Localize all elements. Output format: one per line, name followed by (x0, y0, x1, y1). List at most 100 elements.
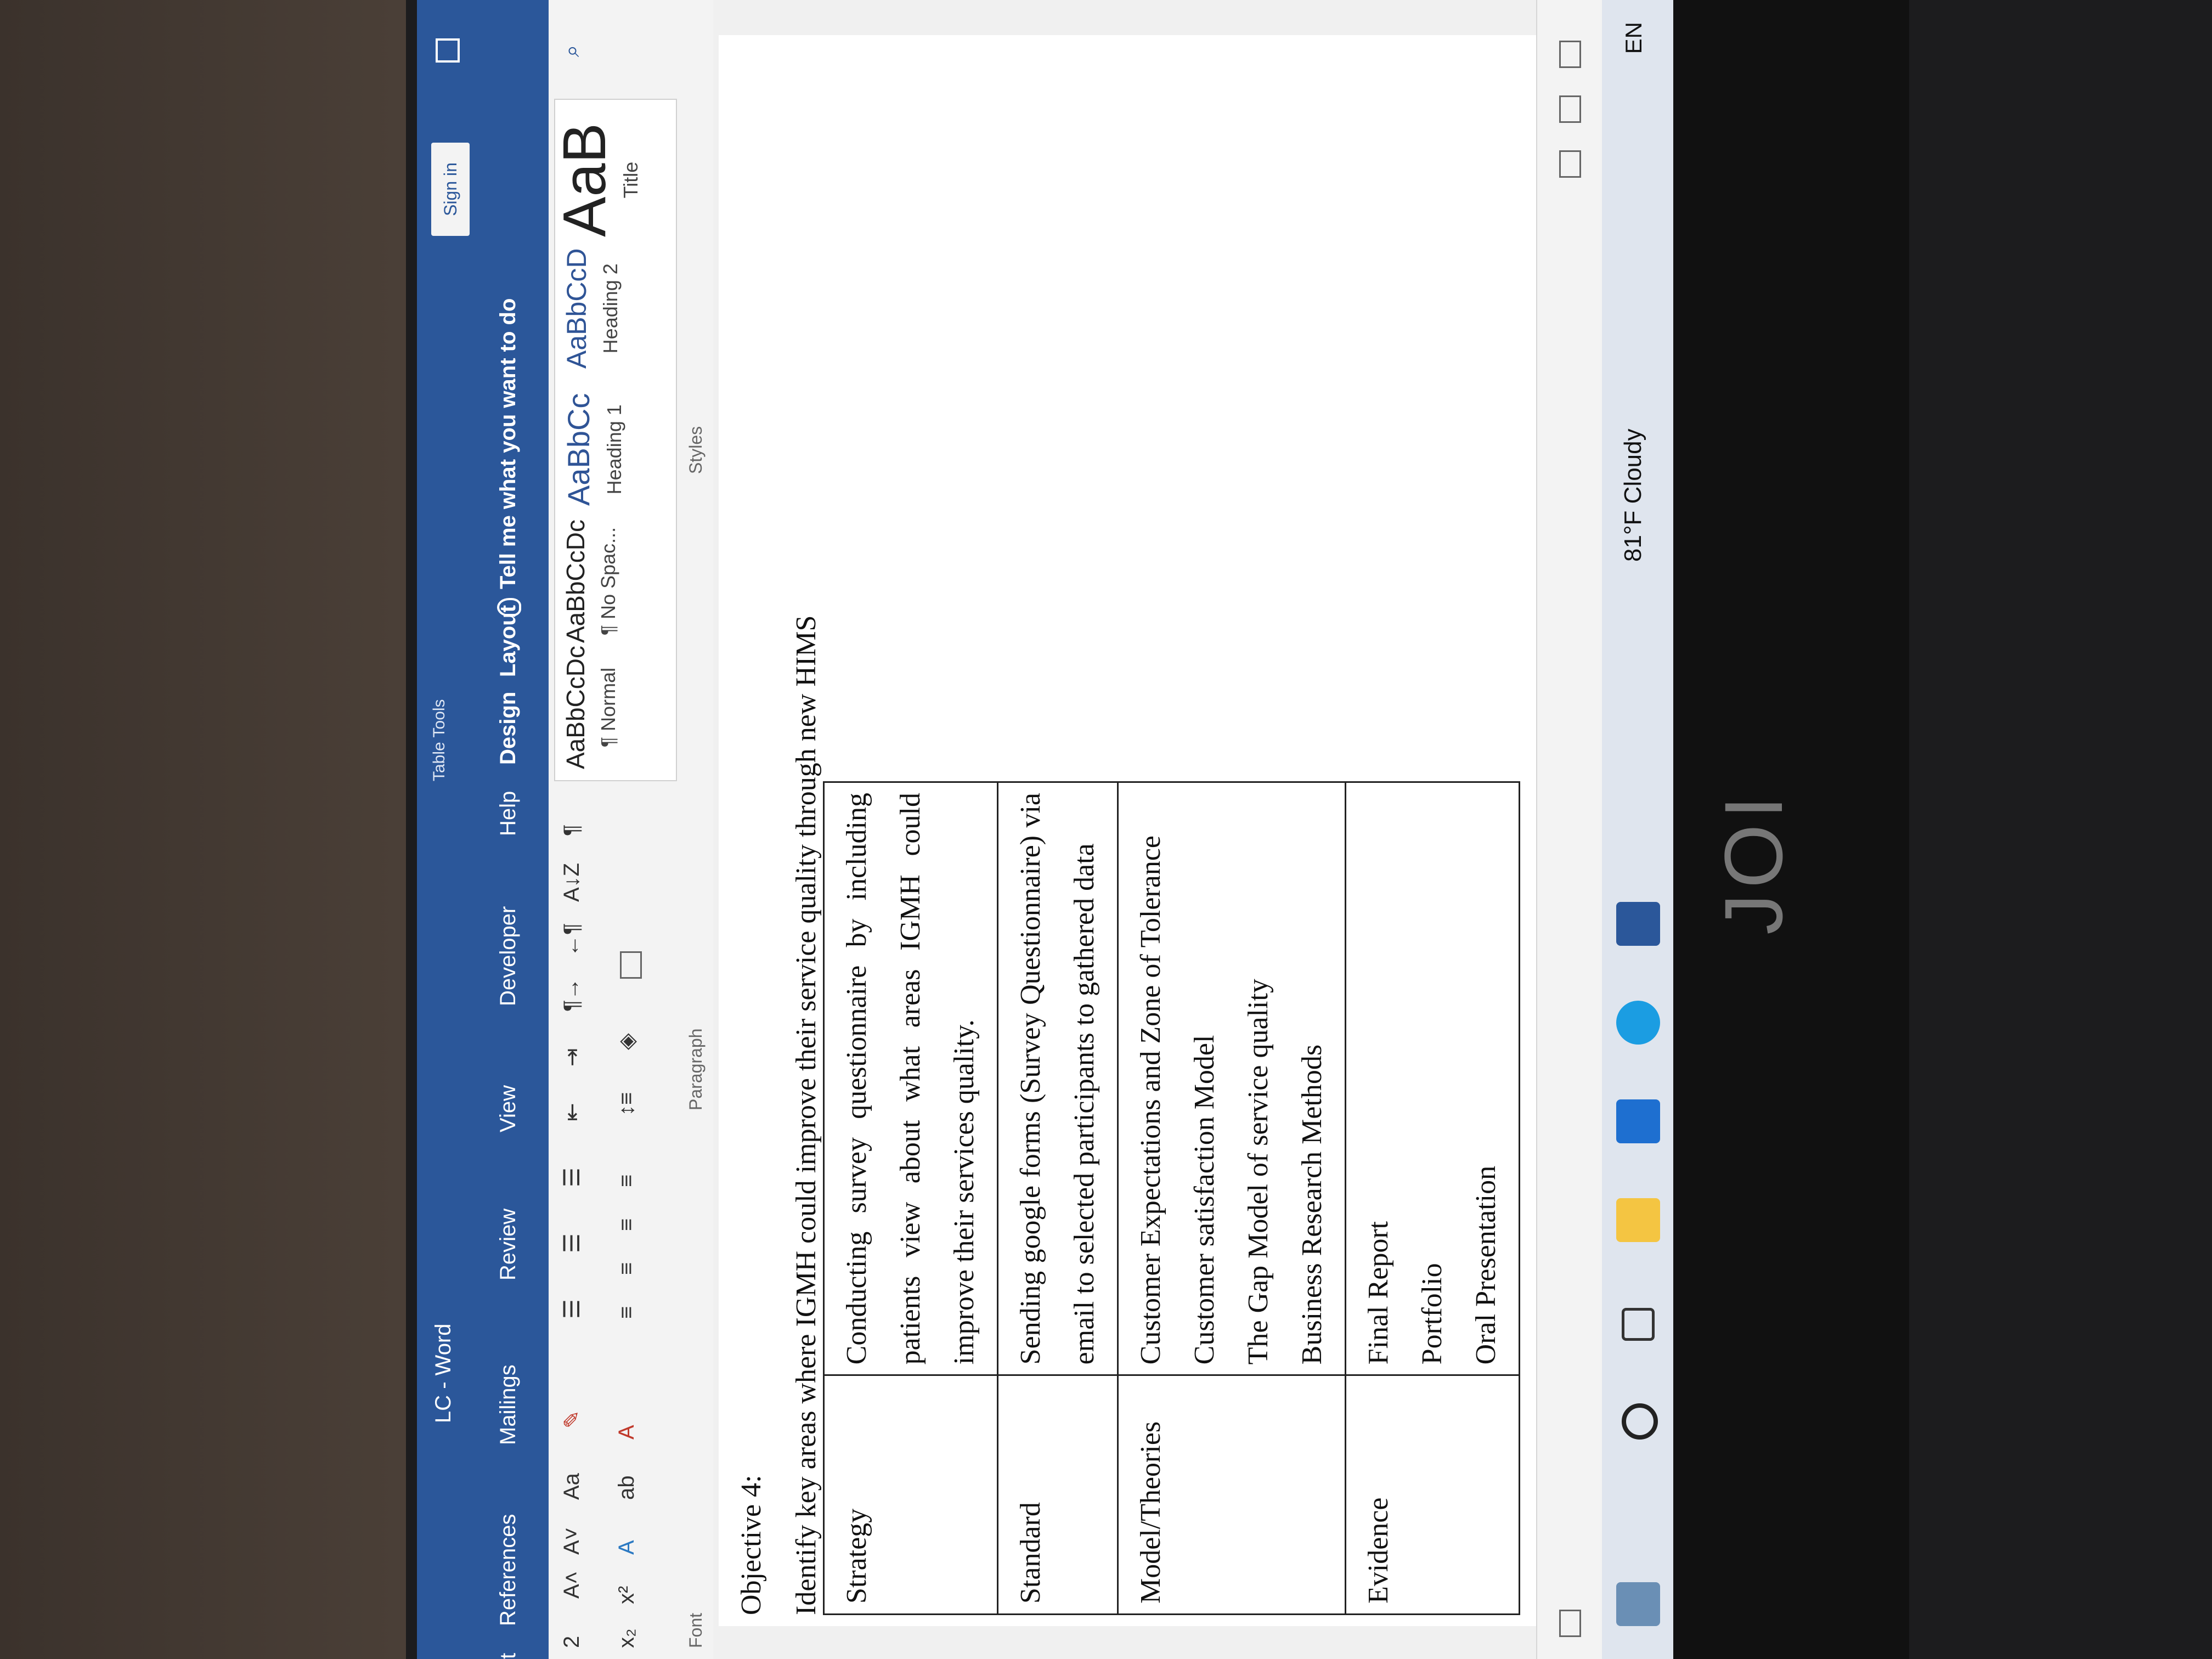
document-area: Objective 4: Identify key areas where IG… (713, 0, 1651, 1659)
objective-heading: Objective 4: (736, 1475, 767, 1615)
highlight-icon[interactable]: ab (614, 1476, 639, 1500)
tab-view[interactable]: View (496, 1085, 521, 1132)
task-view-icon[interactable] (1622, 1308, 1655, 1341)
tab-references[interactable]: References (496, 1514, 521, 1626)
line-spacing-icon[interactable]: ↕≡ (614, 1092, 639, 1116)
row-value: Conducting survey questionnaire by inclu… (823, 782, 998, 1375)
ltr-icon[interactable]: ¶→ (560, 978, 584, 1012)
tab-help[interactable]: Help (496, 791, 521, 836)
objective-text: Identify key areas where IGMH could impr… (791, 615, 822, 1615)
ribbon-display-icon[interactable] (436, 38, 460, 63)
change-case-button[interactable]: Aa (560, 1473, 584, 1500)
table-tools-label: Table Tools (430, 699, 448, 781)
styles-gallery: AaBbCcDc ¶ Normal AaBbCcDc ¶ No Spac... … (551, 99, 677, 781)
rtl-icon[interactable]: ←¶ (560, 923, 584, 957)
grow-font-icon[interactable]: A˄ (560, 1571, 584, 1599)
find-icon[interactable]: ⌕ (560, 45, 584, 57)
print-layout-icon[interactable] (1559, 95, 1581, 123)
edge-icon[interactable] (1616, 1001, 1660, 1045)
numbering-icon[interactable]: ☰ (560, 1233, 585, 1253)
paragraph-group-label: Paragraph (686, 1028, 706, 1110)
font-group-label: Font (686, 1612, 706, 1648)
styles-group-label: Styles (686, 426, 706, 474)
shading-icon[interactable]: ◈ (614, 1033, 640, 1050)
window-title: LC - Word (431, 1323, 455, 1423)
mail-icon[interactable] (1616, 1099, 1660, 1143)
tab-review[interactable]: Review (496, 1209, 521, 1280)
word-window: LC - Word Table Tools Sign in t Referenc… (417, 0, 1909, 1659)
sort-icon[interactable]: A↓Z (560, 863, 584, 902)
row-line: Business Research Methods (1296, 1044, 1328, 1365)
decrease-indent-icon[interactable]: ⇤ (560, 1103, 585, 1121)
shrink-font-icon[interactable]: A˅ (560, 1527, 584, 1555)
subscript-icon[interactable]: x₂ (614, 1628, 639, 1648)
row-label: Evidence (1345, 1375, 1520, 1615)
tell-me-box[interactable]: Tell me what you want to do (496, 298, 522, 617)
style-normal[interactable]: AaBbCcDc ¶ Normal (561, 646, 620, 769)
ribbon-tabs: t References Mailings Review View Develo… (483, 0, 549, 1659)
style-heading-2[interactable]: AaBbCcD Heading 2 (561, 248, 622, 369)
row-line: Sending google forms (Survey Questionnai… (1015, 793, 1100, 1365)
word-taskbar-icon[interactable] (1616, 902, 1660, 946)
tab-developer[interactable]: Developer (496, 906, 521, 1006)
row-line: Final Report (1363, 1221, 1394, 1365)
tell-me-text: Tell me what you want to do (496, 298, 520, 589)
widgets-icon[interactable] (1616, 1582, 1660, 1626)
file-explorer-icon[interactable] (1616, 1198, 1660, 1242)
style-title[interactable]: AaB Title (550, 123, 642, 237)
style-no-spacing[interactable]: AaBbCcDc ¶ No Spac... (561, 520, 620, 643)
row-line: Oral Presentation (1470, 1165, 1502, 1365)
tab-design[interactable]: Design (496, 692, 521, 765)
row-line: Conducting survey questionnaire by inclu… (841, 793, 980, 1365)
row-line: Customer satisfaction Model (1189, 1035, 1220, 1365)
style-name: ¶ No Spac... (597, 527, 619, 636)
search-icon[interactable] (1622, 1403, 1658, 1440)
text-effects-icon[interactable]: A (614, 1540, 639, 1555)
monitor-brand-logo: JOI (1707, 790, 1799, 935)
style-sample: AaBbCcDc (561, 646, 590, 769)
title-bar: LC - Word Table Tools Sign in t Referenc… (417, 0, 549, 1659)
show-marks-icon[interactable]: ¶ (560, 825, 584, 836)
style-heading-1[interactable]: AaBbCc Heading 1 (561, 393, 626, 506)
row-label: Model/Theories (1118, 1375, 1346, 1615)
weather-widget[interactable]: 81°F Cloudy (1620, 428, 1647, 562)
row-line: Customer Expectations and Zone of Tolera… (1135, 836, 1166, 1365)
row-label: Strategy (823, 1375, 998, 1615)
taskbar: 81°F Cloudy EN (1602, 0, 1673, 1659)
web-layout-icon[interactable] (1559, 41, 1581, 68)
row-line: The Gap Model of service quality (1243, 979, 1274, 1365)
document-page[interactable]: Objective 4: Identify key areas where IG… (719, 35, 1651, 1626)
style-sample: AaBbCcD (561, 248, 592, 369)
clear-formatting-icon[interactable]: ✎ (560, 1410, 585, 1429)
align-right-icon[interactable]: ≡ (614, 1218, 639, 1231)
status-bar (1536, 0, 1603, 1659)
accessibility-icon[interactable] (1559, 1610, 1581, 1637)
style-name: ¶ Normal (597, 667, 619, 748)
multilevel-list-icon[interactable]: ☰ (560, 1167, 585, 1187)
align-left-icon[interactable]: ≡ (614, 1306, 639, 1319)
row-value: Final Report Portfolio Oral Presentation (1345, 782, 1520, 1375)
style-name: Heading 2 (599, 263, 622, 354)
tab-partial[interactable]: t (496, 1653, 521, 1659)
lightbulb-icon (497, 598, 522, 617)
font-size-box[interactable]: 2 (560, 1636, 584, 1648)
table-row: Standard Sending google forms (Survey Qu… (997, 782, 1118, 1615)
read-mode-icon[interactable] (1559, 150, 1581, 178)
increase-indent-icon[interactable]: ⇥ (560, 1048, 585, 1066)
superscript-icon[interactable]: x² (614, 1586, 639, 1604)
bullets-icon[interactable]: ☰ (560, 1299, 585, 1319)
borders-icon[interactable] (620, 951, 642, 979)
sign-in-button[interactable]: Sign in (431, 143, 470, 236)
table-row: Strategy Conducting survey questionnaire… (823, 782, 998, 1615)
objective-table[interactable]: Strategy Conducting survey questionnaire… (823, 781, 1520, 1615)
font-color-icon[interactable]: A (614, 1425, 639, 1440)
tab-mailings[interactable]: Mailings (496, 1364, 521, 1445)
language-indicator[interactable]: EN (1621, 22, 1647, 54)
row-line: Portfolio (1417, 1263, 1448, 1365)
align-center-icon[interactable]: ≡ (614, 1262, 639, 1275)
style-sample: AaBbCc (561, 393, 596, 506)
style-sample: AaBbCcDc (561, 520, 590, 643)
justify-icon[interactable]: ≡ (614, 1175, 639, 1187)
table-row: Model/Theories Customer Expectations and… (1118, 782, 1346, 1615)
ribbon: 2 A˄ A˅ Aa ✎ x₂ x² A ab A Font ☰ ☰ ☰ ⇤ ⇥… (549, 0, 714, 1659)
